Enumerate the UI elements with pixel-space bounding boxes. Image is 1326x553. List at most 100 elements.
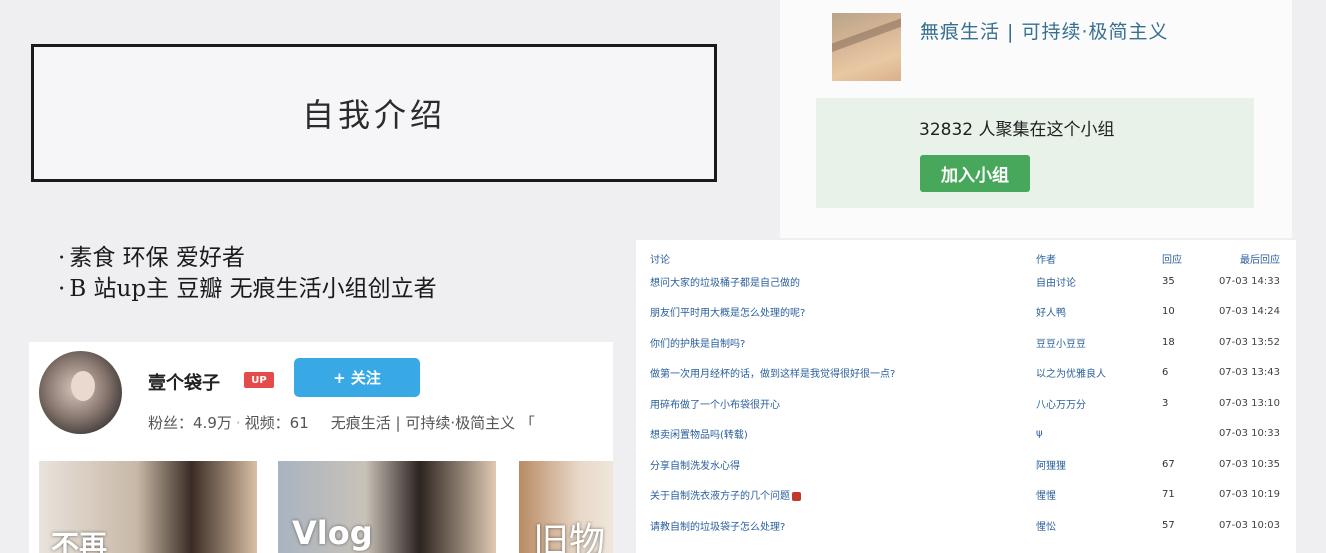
topic-last-reply-time-text: 07-03 10:33	[1218, 428, 1280, 440]
topic-reply-count-text: 18	[1162, 336, 1175, 348]
topic-author-link-text: 八心万万分	[1036, 399, 1086, 411]
topic-title-link[interactable]: 朋友们平时用大概是怎么处理的呢?	[650, 297, 1036, 328]
topic-last-reply-time-text: 07-03 13:10	[1218, 397, 1280, 409]
topic-author-link[interactable]: 惺忪	[1036, 510, 1162, 541]
topic-author-link-text: 阿狸狸	[1036, 460, 1066, 472]
fans-label: 粉丝：	[148, 414, 194, 432]
topic-title-link[interactable]: 用碎布做了一个小布袋很开心	[650, 388, 1036, 419]
discussion-table-card: 讨论 作者 回应 最后回应 想问大家的垃圾桶子都是自己做的 自由讨论 35 07-03…	[636, 240, 1296, 553]
topic-last-reply-time: 07-03 10:03	[1204, 510, 1280, 541]
avatar[interactable]	[39, 351, 122, 434]
topic-reply-count: 71	[1162, 480, 1204, 511]
bullet-item: B 站up主 豆瓣 无痕生活小组创立者	[58, 274, 436, 305]
topic-title-link-text: 想问大家的垃圾桶子都是自己做的	[650, 277, 800, 289]
topic-reply-count-text: 71	[1162, 489, 1175, 501]
topic-reply-count-text: 67	[1162, 458, 1175, 470]
thumbnail-caption: 不再	[51, 529, 108, 553]
table-row[interactable]: 朋友们平时用大概是怎么处理的呢? 好人鸭 10 07-03 14:24	[650, 297, 1280, 328]
topic-title-link-text: 你们的护肤是自制吗?	[650, 338, 746, 350]
topic-title-link-text: 用碎布做了一个小布袋很开心	[650, 399, 780, 411]
topic-author-link[interactable]: ψ	[1036, 419, 1162, 450]
topic-title-link-text: 做第一次用月经杯的话，做到这样是我觉得很好很一点?	[650, 369, 896, 381]
video-thumbnail[interactable]: 不再	[39, 461, 257, 553]
profile-tagline: 无痕生活 | 可持续·极简主义 「	[330, 414, 535, 432]
videos-count: 61	[289, 414, 309, 432]
topic-title-link[interactable]: 做第一次用月经杯的话，做到这样是我觉得很好很一点?	[650, 358, 1036, 389]
topic-title-link[interactable]: 想卖闲置物品吗(转载)	[650, 419, 1036, 450]
profile-stats: 粉丝：4.9万 · 视频：61 无痕生活 | 可持续·极简主义 「	[148, 412, 535, 433]
topic-title-link-text: 朋友们平时用大概是怎么处理的呢?	[650, 308, 806, 320]
table-row[interactable]: 关于自制洗衣液方子的几个问题 惺惺 71 07-03 10:19	[650, 480, 1280, 511]
topic-author-link-text: 自由讨论	[1036, 277, 1076, 289]
topic-author-link[interactable]: 阿狸狸	[1036, 449, 1162, 480]
topic-last-reply-time-text: 07-03 14:33	[1218, 275, 1280, 287]
topic-author-link-text: 好人鸭	[1036, 308, 1066, 320]
videos-label: 视频：	[244, 414, 290, 432]
group-cover-image[interactable]	[832, 13, 901, 81]
topic-author-link[interactable]: 好人鸭	[1036, 297, 1162, 328]
fans-count: 4.9万	[193, 414, 232, 432]
topic-author-link[interactable]: 自由讨论	[1036, 266, 1162, 297]
stats-separator: ·	[235, 414, 241, 432]
bilibili-profile-card: 壹个袋子 UP + 关注 粉丝：4.9万 · 视频：61 无痕生活 | 可持续·极简主…	[29, 342, 613, 553]
topic-last-reply-time: 07-03 10:33	[1204, 419, 1280, 450]
discussion-table: 讨论 作者 回应 最后回应 想问大家的垃圾桶子都是自己做的 自由讨论 35 07-03…	[650, 250, 1280, 541]
table-row[interactable]: 想问大家的垃圾桶子都是自己做的 自由讨论 35 07-03 14:33	[650, 266, 1280, 297]
topic-last-reply-time-text: 07-03 10:19	[1218, 489, 1280, 501]
topic-author-link-text: 惺惺	[1036, 491, 1056, 503]
topic-last-reply-time-text: 07-03 13:43	[1218, 367, 1280, 379]
topic-author-link[interactable]: 豆豆小豆豆	[1036, 327, 1162, 358]
topic-reply-count: 10	[1162, 297, 1204, 328]
topic-last-reply-time: 07-03 13:52	[1204, 327, 1280, 358]
table-row[interactable]: 分享自制洗发水心得 阿狸狸 67 07-03 10:35	[650, 449, 1280, 480]
thumbnail-caption: 旧物	[533, 521, 606, 553]
topic-title-link-text: 关于自制洗衣液方子的几个问题	[650, 491, 790, 503]
video-thumbnail[interactable]: 旧物	[519, 461, 613, 553]
topic-title-link-text: 分享自制洗发水心得	[650, 460, 740, 472]
topic-reply-count: 35	[1162, 266, 1204, 297]
table-row[interactable]: 做第一次用月经杯的话，做到这样是我觉得很好很一点? 以之为优雅良人 6 07-03 1…	[650, 358, 1280, 389]
table-row[interactable]: 想卖闲置物品吗(转载) ψ 07-03 10:33	[650, 419, 1280, 450]
thumbnail-caption: Vlog	[292, 514, 373, 552]
table-row[interactable]: 用碎布做了一个小布袋很开心 八心万万分 3 07-03 13:10	[650, 388, 1280, 419]
topic-author-link[interactable]: 以之为优雅良人	[1036, 358, 1162, 389]
topic-title-link[interactable]: 分享自制洗发水心得	[650, 449, 1036, 480]
topic-reply-count-text: 35	[1162, 275, 1175, 287]
topic-reply-count-text: 6	[1162, 367, 1169, 379]
table-row[interactable]: 你们的护肤是自制吗? 豆豆小豆豆 18 07-03 13:52	[650, 327, 1280, 358]
topic-author-link[interactable]: 惺惺	[1036, 480, 1162, 511]
topic-title-link-text: 想卖闲置物品吗(转载)	[650, 430, 748, 442]
topic-title-link[interactable]: 请教自制的垃圾袋子怎么处理?	[650, 510, 1036, 541]
topic-author-link-text: ψ	[1036, 428, 1043, 440]
group-name-link[interactable]: 無痕生活 | 可持续·极简主义	[920, 17, 1169, 44]
topic-last-reply-time: 07-03 14:33	[1204, 266, 1280, 297]
topic-reply-count: 57	[1162, 510, 1204, 541]
topic-last-reply-time-text: 07-03 13:52	[1218, 336, 1280, 348]
table-header-row: 讨论 作者 回应 最后回应	[650, 250, 1280, 266]
member-count-text: 32832 人聚集在这个小组	[919, 120, 1115, 140]
topic-title-link-text: 请教自制的垃圾袋子怎么处理?	[650, 521, 786, 533]
table-row[interactable]: 请教自制的垃圾袋子怎么处理? 惺忪 57 07-03 10:03	[650, 510, 1280, 541]
topic-last-reply-time: 07-03 10:19	[1204, 480, 1280, 511]
group-card: 無痕生活 | 可持续·极简主义 32832 人聚集在这个小组 加入小组	[780, 0, 1292, 238]
header-title: 讨论	[650, 254, 670, 266]
video-thumbnail[interactable]: Vlog	[278, 461, 496, 553]
topic-title-link[interactable]: 你们的护肤是自制吗?	[650, 327, 1036, 358]
topic-last-reply-time-text: 07-03 10:35	[1218, 458, 1280, 470]
topic-reply-count: 6	[1162, 358, 1204, 389]
bullet-item: 素食 环保 爱好者	[58, 243, 437, 274]
topic-author-link[interactable]: 八心万万分	[1036, 388, 1162, 419]
topic-title-link[interactable]: 关于自制洗衣液方子的几个问题	[650, 480, 1036, 511]
topic-title-link[interactable]: 想问大家的垃圾桶子都是自己做的	[650, 266, 1036, 297]
username[interactable]: 壹个袋子	[148, 369, 220, 395]
topic-last-reply-time: 07-03 13:10	[1204, 388, 1280, 419]
topic-last-reply-time-text: 07-03 10:03	[1218, 519, 1280, 531]
topic-reply-count	[1162, 419, 1204, 450]
follow-button[interactable]: + 关注	[294, 358, 420, 397]
topic-reply-count: 18	[1162, 327, 1204, 358]
topic-reply-count: 67	[1162, 449, 1204, 480]
join-group-button[interactable]: 加入小组	[920, 155, 1030, 192]
up-badge: UP	[244, 372, 274, 388]
topic-author-link-text: 惺忪	[1036, 521, 1056, 533]
topic-reply-count-text: 3	[1162, 397, 1169, 409]
